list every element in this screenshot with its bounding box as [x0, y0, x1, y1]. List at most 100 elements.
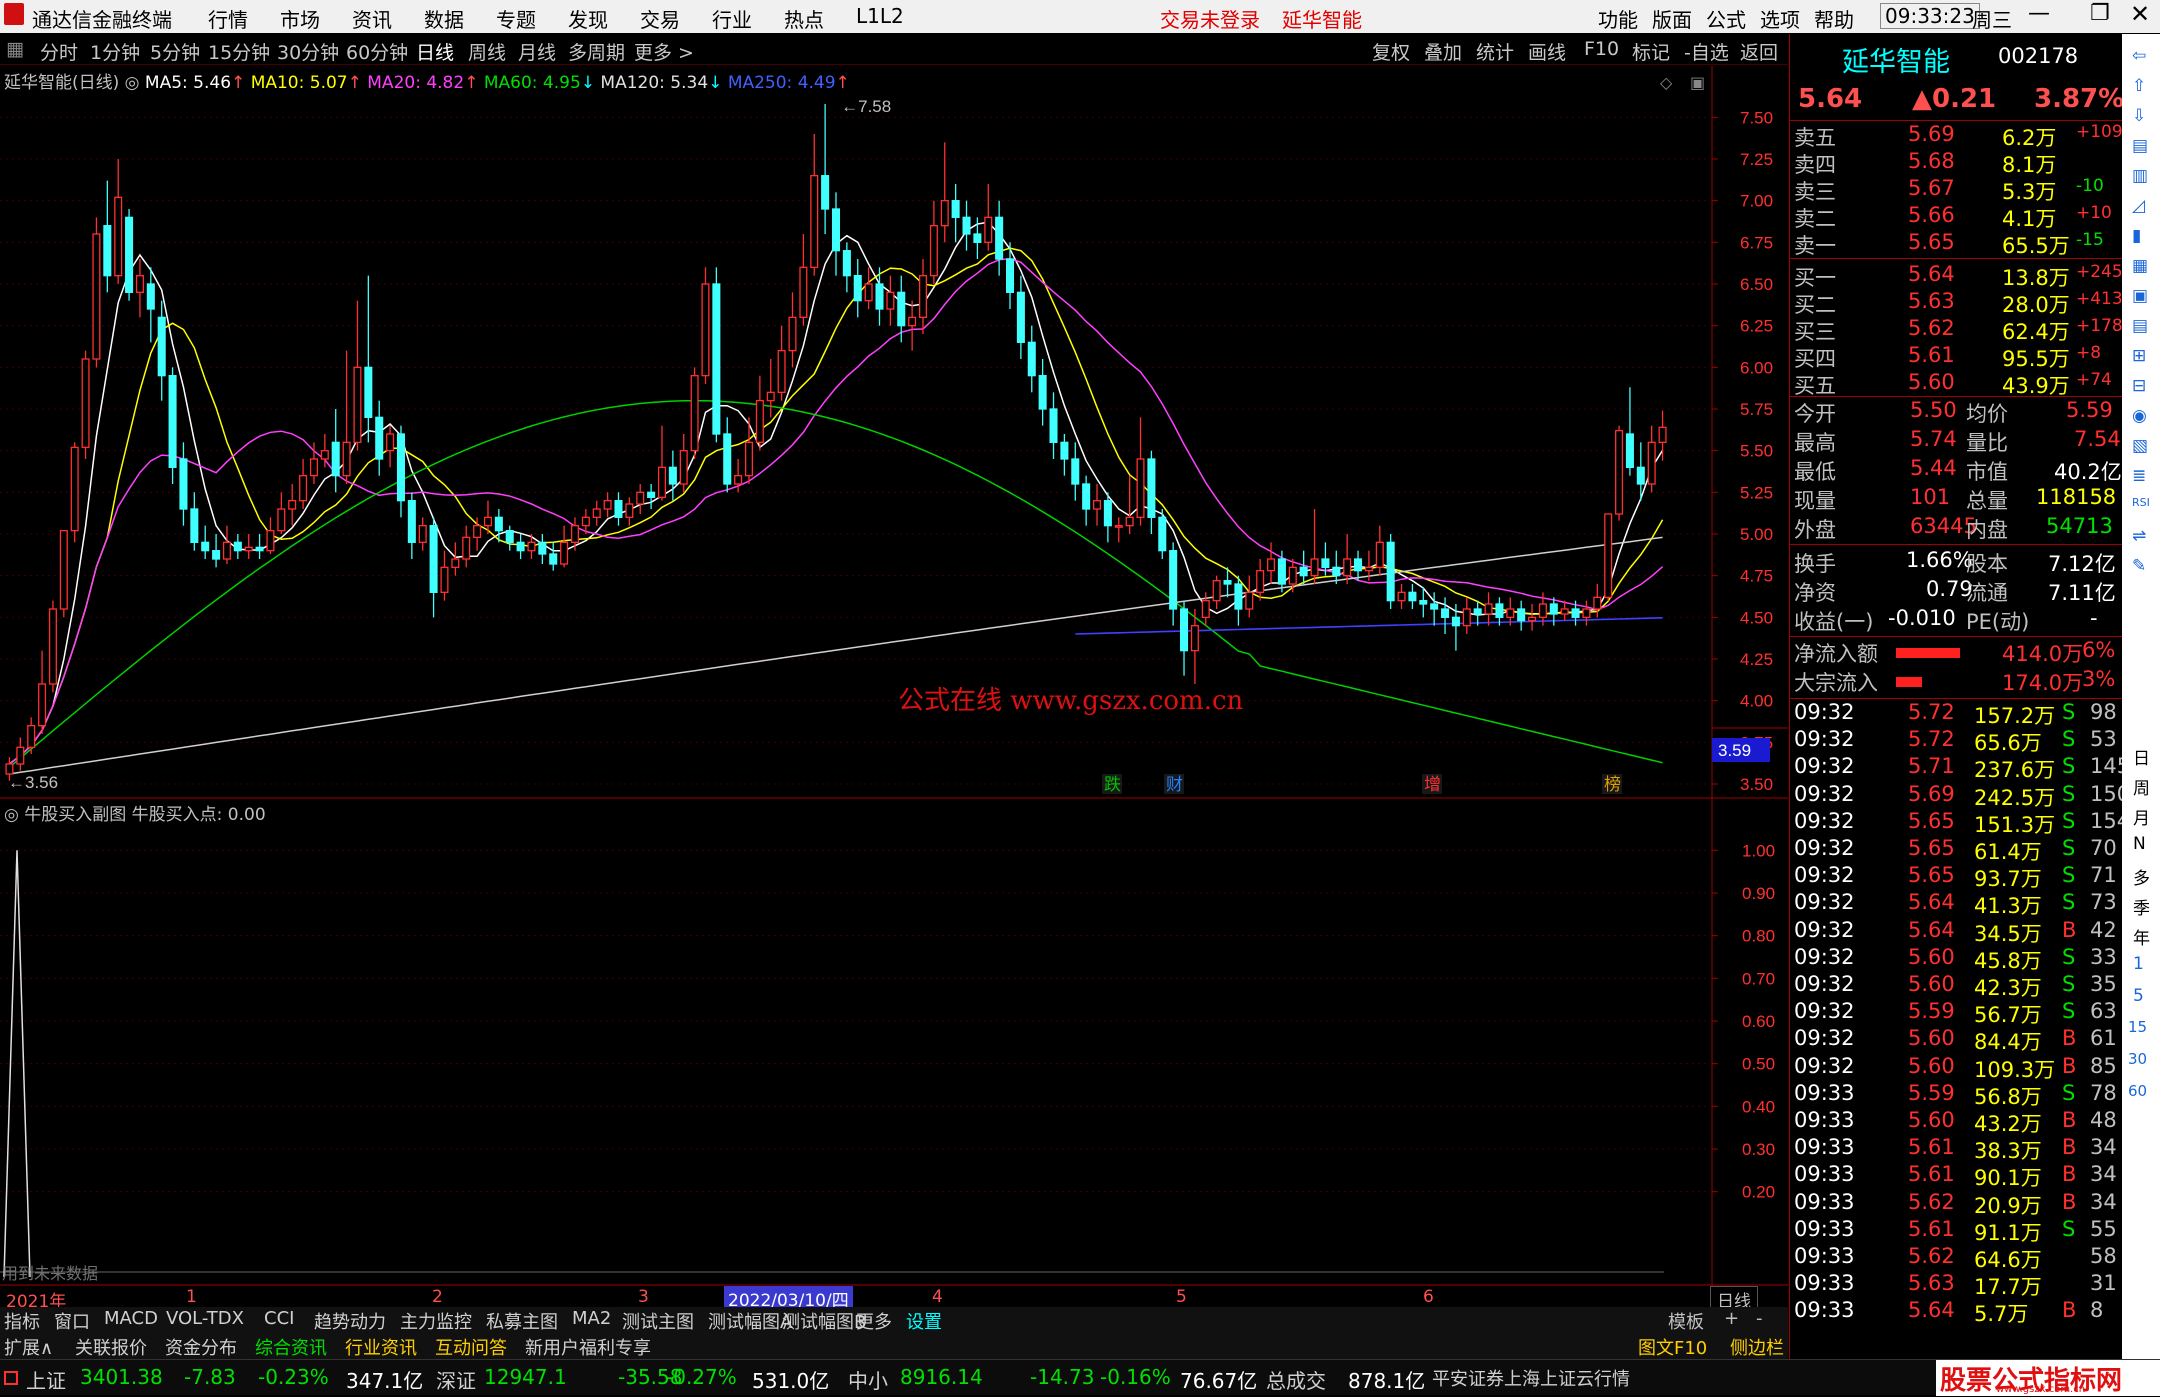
- candle: [1212, 575, 1221, 609]
- tab-2[interactable]: MACD: [104, 1308, 158, 1329]
- btn-watchlist[interactable]: -自选: [1684, 38, 1729, 65]
- panel-divider: [1790, 120, 2122, 121]
- side-period-6[interactable]: 年: [2133, 924, 2150, 949]
- side-period-9[interactable]: 15: [2128, 1018, 2147, 1036]
- tab-8[interactable]: MA2: [572, 1308, 611, 1329]
- menu-function[interactable]: 功能: [1598, 4, 1638, 33]
- sub-toggle-icon[interactable]: ◎: [4, 805, 19, 825]
- period-multi[interactable]: 多周期: [568, 38, 625, 65]
- menu-discover[interactable]: 发现: [568, 4, 608, 33]
- menu-hot[interactable]: 热点: [784, 4, 824, 33]
- side-tool-icon[interactable]: ⇧: [2132, 76, 2146, 96]
- btn-stats[interactable]: 统计: [1476, 38, 1514, 65]
- tick-row: 09:32 5.65 61.4万 S 70: [1790, 836, 2122, 864]
- period-5min[interactable]: 5分钟: [150, 38, 200, 65]
- period-fenshi[interactable]: 分时: [40, 38, 78, 65]
- ext-tab-1[interactable]: 关联报价: [75, 1334, 147, 1360]
- menu-formula[interactable]: 公式: [1706, 4, 1746, 33]
- side-tool-icon[interactable]: ⇌: [2132, 526, 2146, 546]
- ext-tab-2[interactable]: 资金分布: [165, 1334, 237, 1360]
- side-period-2[interactable]: 月: [2133, 804, 2150, 829]
- trade-login-status[interactable]: 交易未登录: [1160, 4, 1260, 33]
- menu-news[interactable]: 资讯: [352, 4, 392, 33]
- menu-market[interactable]: 市场: [280, 4, 320, 33]
- btn-draw[interactable]: 画线: [1528, 38, 1566, 65]
- side-tool-icon[interactable]: ⊟: [2132, 376, 2146, 396]
- tab-right-1[interactable]: +: [1724, 1308, 1739, 1329]
- side-tool-icon[interactable]: ▧: [2132, 436, 2148, 456]
- side-tool-icon[interactable]: ⊞: [2132, 346, 2146, 366]
- side-tool-icon[interactable]: ▦: [2132, 256, 2148, 276]
- side-period-11[interactable]: 60: [2128, 1082, 2147, 1100]
- tab-right-2[interactable]: -: [1756, 1308, 1763, 1329]
- ext-tab-5[interactable]: 互动问答: [435, 1334, 507, 1360]
- side-tool-icon[interactable]: ▥: [2132, 166, 2148, 186]
- period-30min[interactable]: 30分钟: [277, 38, 339, 65]
- side-period-0[interactable]: 日: [2133, 744, 2150, 769]
- period-15min[interactable]: 15分钟: [208, 38, 270, 65]
- side-period-1[interactable]: 周: [2133, 774, 2150, 799]
- ext-tab-0[interactable]: 扩展∧: [4, 1334, 53, 1360]
- side-tool-icon[interactable]: ≣: [2132, 466, 2146, 486]
- menu-options[interactable]: 选项: [1760, 4, 1800, 33]
- side-period-3[interactable]: N: [2133, 834, 2146, 854]
- menu-help[interactable]: 帮助: [1814, 4, 1854, 33]
- period-daily[interactable]: 日线: [416, 38, 454, 65]
- candle: [135, 259, 144, 318]
- indicator-subchart[interactable]: 1.00 0.90 0.80 0.70 0.60 0.50 0.40 0.30 0.20: [0, 799, 1788, 1286]
- menu-l1l2[interactable]: L1L2: [856, 4, 904, 28]
- candle: [1190, 609, 1199, 684]
- period-monthly[interactable]: 月线: [518, 38, 556, 65]
- side-tool-icon[interactable]: ◉: [2132, 406, 2147, 426]
- tick-row-cell: 5.7万: [1974, 1302, 2029, 1327]
- menu-industry[interactable]: 行业: [712, 4, 752, 33]
- btn-overlay[interactable]: 叠加: [1424, 38, 1462, 65]
- period-1min[interactable]: 1分钟: [90, 38, 140, 65]
- legend-toggle-icon[interactable]: ◎: [125, 73, 140, 93]
- ext-tab-4[interactable]: 行业资讯: [345, 1334, 417, 1360]
- menu-trade[interactable]: 交易: [640, 4, 680, 33]
- panel-icon: ▣: [1690, 73, 1705, 92]
- period-more[interactable]: 更多 >: [634, 38, 694, 65]
- sub-tick-label: 0.80: [1742, 927, 1775, 946]
- status-indicator-icon[interactable]: [4, 1371, 18, 1385]
- side-period-5[interactable]: 季: [2133, 894, 2150, 919]
- grid-icon[interactable]: ▦: [6, 38, 24, 60]
- side-tool-icon[interactable]: ▤: [2132, 316, 2148, 336]
- side-tool-icon[interactable]: RSI: [2132, 496, 2150, 509]
- btn-back[interactable]: 返回: [1740, 38, 1778, 65]
- side-tool-icon[interactable]: ◿: [2132, 196, 2145, 216]
- menu-quote[interactable]: 行情: [208, 4, 248, 33]
- ext-tab-3[interactable]: 综合资讯: [255, 1334, 327, 1360]
- side-tool-icon[interactable]: ▣: [2132, 286, 2148, 306]
- minimize-icon[interactable]: —: [2028, 1, 2050, 26]
- ext-tab-6[interactable]: 新用户福利专享: [525, 1334, 651, 1360]
- btn-mark[interactable]: 标记: [1632, 38, 1670, 65]
- side-tool-icon[interactable]: ▮: [2132, 226, 2141, 246]
- period-60min[interactable]: 60分钟: [346, 38, 408, 65]
- ext-tab-right-0[interactable]: 图文F10: [1638, 1334, 1707, 1360]
- side-period-10[interactable]: 30: [2128, 1050, 2147, 1068]
- tick-row: 09:33 5.64 5.7万 B 8: [1790, 1298, 2122, 1327]
- period-weekly[interactable]: 周线: [468, 38, 506, 65]
- restore-icon[interactable]: ❐: [2090, 1, 2110, 26]
- tab-4[interactable]: CCI: [264, 1308, 294, 1329]
- side-tool-icon[interactable]: ⇦: [2132, 46, 2146, 66]
- btn-adjust[interactable]: 复权: [1372, 38, 1410, 65]
- close-icon[interactable]: ✕: [2130, 0, 2150, 28]
- kline-chart[interactable]: 7.50 7.25 7.00 6.75 6.50 6.25 6.00 5.75 5.50 5.25…: [0, 66, 1788, 799]
- candle: [1517, 600, 1526, 631]
- side-tool-icon[interactable]: ▤: [2132, 136, 2148, 156]
- menu-data[interactable]: 数据: [424, 4, 464, 33]
- side-tool-icon[interactable]: ✎: [2132, 556, 2146, 576]
- btn-f10[interactable]: F10: [1584, 38, 1619, 60]
- tick-row-cell: 5.64: [1908, 917, 1955, 942]
- side-period-8[interactable]: 5: [2133, 986, 2144, 1006]
- side-tool-icon[interactable]: ⇩: [2132, 106, 2146, 126]
- tab-3[interactable]: VOL-TDX: [166, 1308, 244, 1329]
- side-period-4[interactable]: 多: [2133, 864, 2150, 889]
- menu-topic[interactable]: 专题: [496, 4, 536, 33]
- quote-pct: 3.87%: [2034, 84, 2125, 114]
- menu-layout[interactable]: 版面: [1652, 4, 1692, 33]
- side-period-7[interactable]: 1: [2133, 954, 2144, 974]
